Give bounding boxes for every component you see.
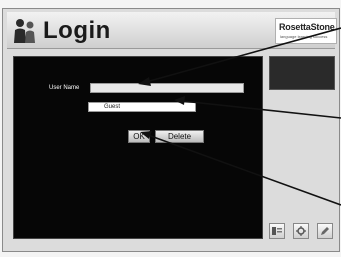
delete-button[interactable]: Delete	[155, 130, 204, 143]
edit-button[interactable]	[317, 223, 333, 239]
login-window: Login RosettaStone language learning suc…	[2, 8, 340, 252]
edit-icon	[321, 227, 329, 235]
user-name-label: User Name	[49, 85, 80, 91]
account-button[interactable]	[269, 223, 285, 239]
account-icon	[272, 227, 282, 235]
brand-tagline: language learning success	[280, 34, 328, 39]
settings-icon	[296, 226, 306, 236]
brand-name: RosettaStone	[279, 22, 335, 32]
header-bar: Login RosettaStone language learning suc…	[7, 12, 337, 49]
user-list-item-label: Guest	[104, 104, 121, 110]
user-name-input[interactable]	[90, 83, 244, 93]
user-list-item-guest[interactable]: Guest	[88, 102, 196, 112]
brand-logo: RosettaStone language learning success	[275, 18, 337, 44]
settings-button[interactable]	[293, 223, 309, 239]
page-title: Login	[43, 17, 111, 44]
ok-button[interactable]: OK	[128, 130, 150, 143]
preview-box	[269, 56, 335, 90]
people-icon	[14, 19, 35, 43]
app-screen: Login RosettaStone language learning suc…	[0, 0, 341, 257]
login-panel: User Name Guest OK Delete	[13, 56, 263, 239]
